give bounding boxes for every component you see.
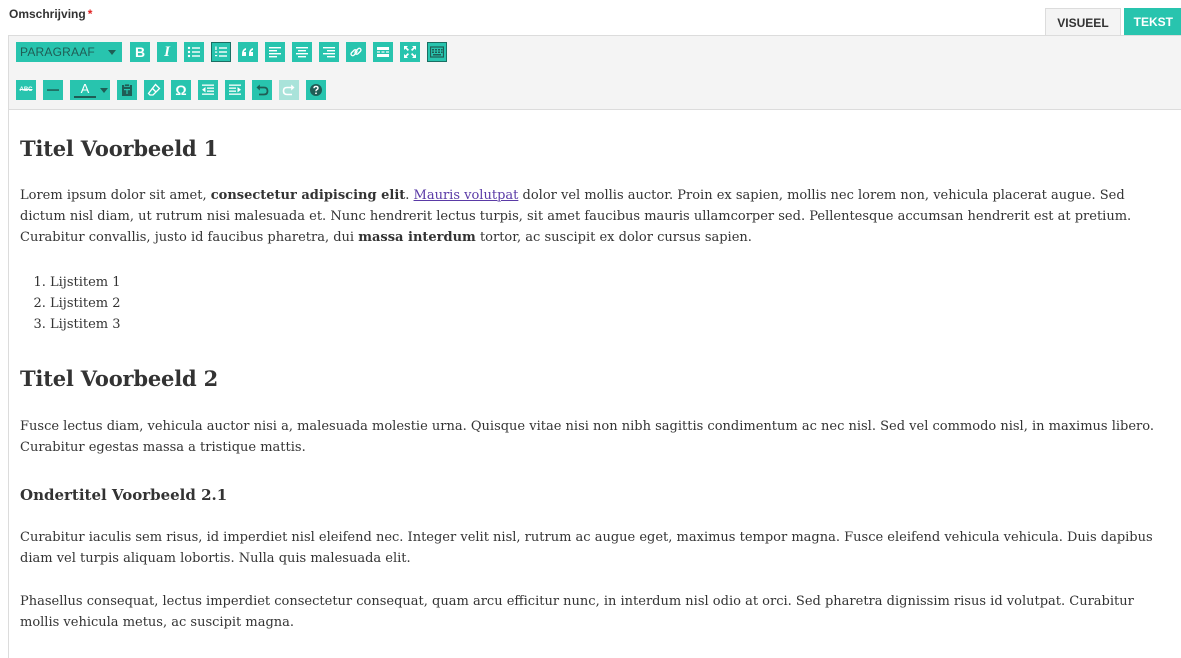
undo-icon — [256, 84, 269, 96]
blockquote-icon — [242, 48, 253, 56]
italic-button[interactable]: I — [157, 42, 177, 62]
clear-formatting-button[interactable] — [144, 80, 164, 100]
bullet-list-icon — [187, 46, 200, 58]
align-left-icon — [269, 47, 281, 58]
toolbar-row-2: ABC A Ω — [16, 80, 333, 100]
align-right-icon — [323, 47, 335, 58]
align-center-icon — [296, 47, 308, 58]
paragraph-1-text-a: Lorem ipsum dolor sit amet, — [20, 188, 211, 203]
paragraph-1: Lorem ipsum dolor sit amet, consectetur … — [20, 185, 1170, 248]
align-right-button[interactable] — [319, 42, 339, 62]
paragraph-1-text-b: . — [405, 188, 414, 203]
outdent-icon — [202, 84, 214, 95]
strikethrough-button[interactable]: ABC — [16, 80, 36, 100]
toolbar-row-1: PARAGRAAF B I — [16, 42, 454, 62]
numbered-list-button[interactable] — [211, 42, 231, 62]
tab-visual[interactable]: VISUEEL — [1045, 8, 1121, 36]
ordered-list: Lijstitem 1 Lijstitem 2 Lijstitem 3 — [20, 272, 121, 335]
special-character-icon: Ω — [175, 82, 187, 98]
read-more-button[interactable] — [373, 42, 393, 62]
text-color-button[interactable]: A — [70, 80, 110, 100]
indent-button[interactable] — [225, 80, 245, 100]
chevron-down-icon — [100, 87, 108, 93]
paste-as-text-icon — [122, 83, 132, 96]
list-item: Lijstitem 3 — [50, 314, 121, 335]
list-item: Lijstitem 1 — [50, 272, 121, 293]
read-more-icon — [377, 47, 389, 57]
link-icon — [350, 47, 362, 57]
format-select[interactable]: PARAGRAAF — [16, 42, 122, 62]
redo-button[interactable] — [279, 80, 299, 100]
required-mark: * — [87, 7, 93, 21]
horizontal-line-button[interactable] — [43, 80, 63, 100]
editor-toolbar: PARAGRAAF B I ABC A Ω — [9, 36, 1181, 110]
editor-mode-tabs: VISUEEL TEKST — [1045, 8, 1181, 36]
toolbar-toggle-button[interactable] — [427, 42, 447, 62]
strikethrough-icon: ABC — [19, 87, 33, 93]
heading-1: Titel Voorbeeld 1 — [20, 136, 218, 161]
paragraph-2: Fusce lectus diam, vehicula auctor nisi … — [20, 419, 1154, 455]
horizontal-line-icon — [47, 89, 59, 91]
tab-text[interactable]: TEKST — [1123, 8, 1181, 36]
numbered-list-icon — [215, 46, 227, 57]
toolbar-toggle-icon — [430, 46, 444, 58]
paragraph-3: Curabitur iaculis sem risus, id imperdie… — [20, 530, 1153, 566]
fullscreen-button[interactable] — [400, 42, 420, 62]
fullscreen-icon — [404, 46, 416, 58]
bold-icon: B — [134, 44, 146, 60]
paragraph-1-link[interactable]: Mauris volutpat — [414, 188, 519, 203]
subheading: Ondertitel Voorbeeld 2.1 — [20, 486, 228, 504]
paragraph-1-bold-a: consectetur adipiscing elit — [210, 188, 406, 203]
italic-icon: I — [164, 43, 170, 60]
special-character-button[interactable]: Ω — [171, 80, 191, 100]
paste-as-text-button[interactable] — [117, 80, 137, 100]
align-left-button[interactable] — [265, 42, 285, 62]
bold-button[interactable]: B — [130, 42, 150, 62]
list-item: Lijstitem 2 — [50, 293, 121, 314]
blockquote-button[interactable] — [238, 42, 258, 62]
align-center-button[interactable] — [292, 42, 312, 62]
outdent-button[interactable] — [198, 80, 218, 100]
redo-icon — [282, 84, 295, 96]
link-button[interactable] — [346, 42, 366, 62]
paragraph-1-bold-b: massa interdum — [358, 230, 476, 245]
bullet-list-button[interactable] — [184, 42, 204, 62]
indent-icon — [229, 84, 241, 95]
undo-button[interactable] — [252, 80, 272, 100]
text-color-icon: A — [74, 82, 96, 98]
chevron-down-icon — [108, 49, 116, 55]
format-select-value: PARAGRAAF — [20, 45, 95, 59]
field-label-text: Omschrijving — [9, 7, 86, 21]
field-label: Omschrijving * — [9, 7, 92, 21]
help-icon — [310, 84, 322, 96]
clear-formatting-icon — [147, 83, 161, 96]
paragraph-1-text-d: tortor, ac suscipit ex dolor cursus sapi… — [475, 230, 752, 245]
heading-2: Titel Voorbeeld 2 — [20, 366, 218, 391]
help-button[interactable] — [306, 80, 326, 100]
paragraph-4: Phasellus consequat, lectus imperdiet co… — [20, 594, 1134, 630]
